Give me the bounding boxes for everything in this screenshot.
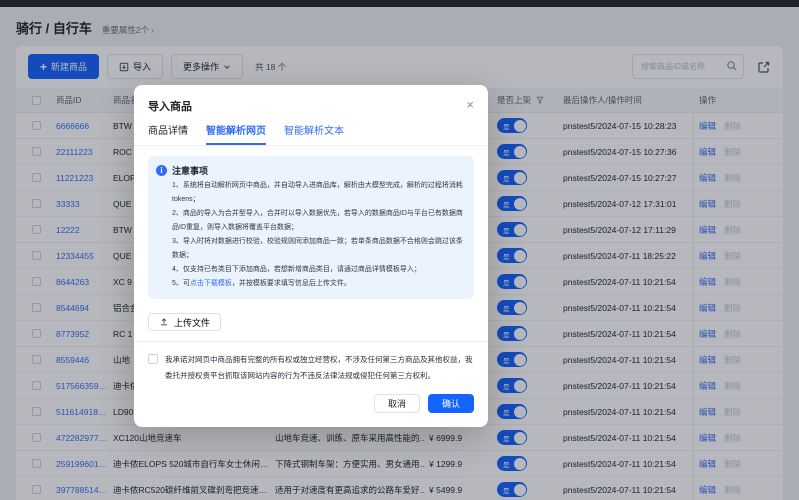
notice-line-3: 3、导入时将对数据进行校验，校验规则同添加商品一致；若单条商品数据不合格则会跳过… [172, 238, 463, 259]
cancel-button[interactable]: 取消 [373, 394, 420, 413]
tab-smart-parse-text[interactable]: 智能解析文本 [284, 122, 344, 145]
info-icon: i [156, 165, 167, 176]
download-template-link[interactable]: 点击下载模板 [190, 280, 232, 287]
modal-title: 导入商品 [148, 101, 192, 113]
notice-line-4: 4、仅支持已有类目下添加商品，若想新增商品类目，请通过商品详情模板导入； [172, 266, 421, 273]
notice-line-5: 5、可点击下载模板，并按模板要求填写信息后上传文件。 [172, 280, 351, 287]
confirm-button[interactable]: 确认 [427, 394, 474, 413]
notice-line-1: 1、系统将自动解析网页中商品，并自动导入进商品库，解析由大模型完成，解析的过程将… [172, 182, 463, 203]
close-icon[interactable]: × [466, 98, 474, 111]
tab-smart-parse-webpage[interactable]: 智能解析网页 [206, 122, 266, 145]
tab-product-details[interactable]: 商品详情 [148, 122, 188, 145]
notice-list: 1、系统将自动解析网页中商品，并自动导入进商品库，解析由大模型完成，解析的过程将… [172, 179, 464, 291]
notice-box: i 注意事项 1、系统将自动解析网页中商品，并自动导入进商品库，解析由大模型完成… [148, 156, 474, 299]
notice-title: 注意事项 [172, 166, 209, 176]
notice-line-2: 2、商品的导入为合并型导入，合并时以导入数据优先，若导入的数据商品ID与平台已有… [172, 210, 463, 231]
upload-file-button[interactable]: 上传文件 [148, 313, 222, 331]
modal-tabs: 商品详情 智能解析网页 智能解析文本 [134, 114, 488, 146]
import-products-modal: 导入商品 × 商品详情 智能解析网页 智能解析文本 i 注意事项 1、系统将自动… [134, 85, 488, 427]
upload-icon [159, 317, 169, 327]
agreement-text: 我承诺对网页中商品拥有完整的所有权或独立经营权，不涉及任何第三方商品及其他权益，… [165, 355, 473, 380]
agreement-checkbox[interactable] [148, 354, 158, 364]
